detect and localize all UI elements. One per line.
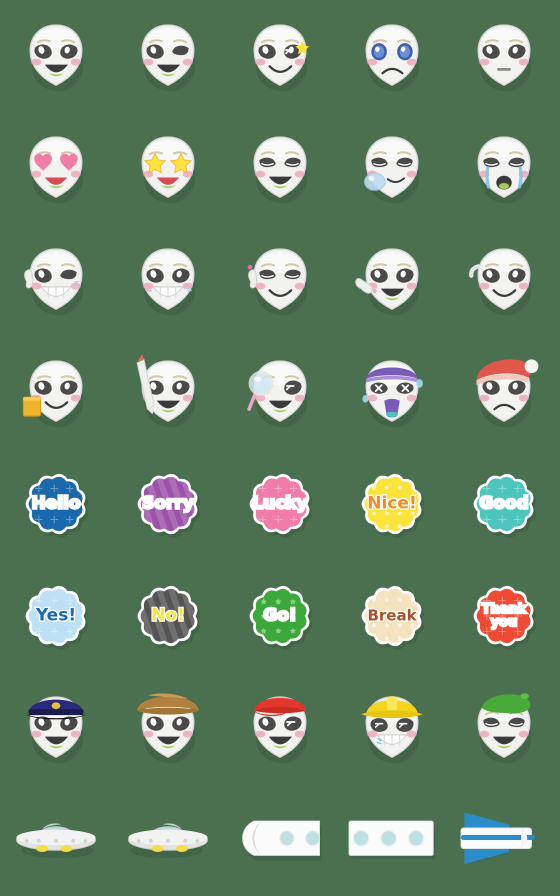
alien-writing-icon bbox=[125, 349, 211, 435]
emoji-cell-alien-grinning-wink[interactable] bbox=[112, 0, 224, 112]
emoji-cell-badge-nice[interactable]: Nice! bbox=[336, 448, 448, 560]
badge-yes-icon: Yes! bbox=[13, 573, 99, 659]
emoji-cell-badge-thank-you[interactable]: Thank you bbox=[448, 560, 560, 672]
emoji-cell-badge-go[interactable]: Go! bbox=[224, 560, 336, 672]
alien-santa-hat-frown-icon bbox=[461, 349, 547, 435]
alien-police-cap-icon bbox=[13, 685, 99, 771]
alien-smiling-icon bbox=[13, 13, 99, 99]
emoji-cell-badge-sorry[interactable]: Sorry bbox=[112, 448, 224, 560]
emoji-cell-rocket-body[interactable] bbox=[336, 784, 448, 896]
alien-green-beret-icon bbox=[461, 685, 547, 771]
emoji-cell-alien-wink-star[interactable] bbox=[224, 0, 336, 112]
badge-break-icon: Break bbox=[349, 573, 435, 659]
alien-heart-eyes-icon bbox=[13, 125, 99, 211]
alien-wink-star-icon bbox=[237, 13, 323, 99]
badge-nice-icon: Nice! bbox=[349, 461, 435, 547]
emoji-cell-alien-yellow-helmet[interactable] bbox=[336, 672, 448, 784]
badge-hello-icon: Hello bbox=[13, 461, 99, 547]
emoji-cell-alien-sleeping-bubble[interactable] bbox=[336, 112, 448, 224]
emoji-cell-rocket-nose[interactable] bbox=[224, 784, 336, 896]
alien-big-grin-teeth-icon bbox=[125, 237, 211, 323]
emoji-cell-alien-thinking[interactable] bbox=[448, 224, 560, 336]
badge-no-icon: No! bbox=[125, 573, 211, 659]
emoji-cell-alien-neutral[interactable] bbox=[448, 0, 560, 112]
emoji-cell-alien-magnifier[interactable] bbox=[224, 336, 336, 448]
alien-thinking-icon bbox=[461, 237, 547, 323]
emoji-cell-badge-good[interactable]: Good bbox=[448, 448, 560, 560]
emoji-grid: Hello Sorry Lucky Nice! Good Yes! No! Go! Break T… bbox=[0, 0, 560, 896]
emoji-cell-alien-santa-hat-frown[interactable] bbox=[448, 336, 560, 448]
alien-grinning-wink-icon bbox=[125, 13, 211, 99]
emoji-cell-badge-no[interactable]: No! bbox=[112, 560, 224, 672]
badge-thank-you-icon: Thank you bbox=[461, 573, 547, 659]
emoji-cell-alien-waving[interactable] bbox=[336, 224, 448, 336]
alien-neutral-icon bbox=[461, 13, 547, 99]
alien-crying-icon bbox=[461, 125, 547, 211]
emoji-cell-alien-shy-blush[interactable] bbox=[224, 224, 336, 336]
emoji-cell-badge-yes[interactable]: Yes! bbox=[0, 560, 112, 672]
emoji-cell-alien-police-cap[interactable] bbox=[0, 672, 112, 784]
rocket-tail-icon bbox=[460, 797, 547, 883]
alien-drinking-icon bbox=[13, 349, 99, 435]
emoji-cell-alien-sleepy-smile[interactable] bbox=[224, 112, 336, 224]
emoji-cell-alien-big-grin-teeth[interactable] bbox=[112, 224, 224, 336]
badge-sorry-icon: Sorry bbox=[125, 461, 211, 547]
rocket-nose-icon bbox=[237, 797, 323, 883]
alien-brown-cap-icon bbox=[125, 685, 211, 771]
emoji-cell-alien-thumbs-up-grin[interactable] bbox=[0, 224, 112, 336]
emoji-cell-alien-green-beret[interactable] bbox=[448, 672, 560, 784]
rocket-body-icon bbox=[348, 797, 435, 883]
emoji-cell-alien-writing[interactable] bbox=[112, 336, 224, 448]
emoji-cell-badge-break[interactable]: Break bbox=[336, 560, 448, 672]
emoji-cell-alien-drinking[interactable] bbox=[0, 336, 112, 448]
emoji-cell-alien-heart-eyes[interactable] bbox=[0, 112, 112, 224]
alien-sad-teary-icon bbox=[349, 13, 435, 99]
emoji-cell-badge-lucky[interactable]: Lucky bbox=[224, 448, 336, 560]
alien-shy-blush-icon bbox=[237, 237, 323, 323]
alien-yellow-helmet-icon bbox=[349, 685, 435, 771]
emoji-cell-alien-red-cap[interactable] bbox=[224, 672, 336, 784]
alien-waving-icon bbox=[349, 237, 435, 323]
badge-good-icon: Good bbox=[461, 461, 547, 547]
ufo-saucer-right-icon bbox=[125, 797, 211, 883]
alien-sleepy-smile-icon bbox=[237, 125, 323, 211]
alien-red-cap-icon bbox=[237, 685, 323, 771]
alien-magnifier-icon bbox=[237, 349, 323, 435]
emoji-cell-alien-dizzy-purple-hat[interactable] bbox=[336, 336, 448, 448]
emoji-cell-alien-brown-cap[interactable] bbox=[112, 672, 224, 784]
emoji-cell-alien-star-eyes[interactable] bbox=[112, 112, 224, 224]
emoji-cell-alien-sad-teary[interactable] bbox=[336, 0, 448, 112]
emoji-cell-alien-crying[interactable] bbox=[448, 112, 560, 224]
emoji-cell-ufo-saucer-right[interactable] bbox=[112, 784, 224, 896]
badge-go-icon: Go! bbox=[237, 573, 323, 659]
badge-lucky-icon: Lucky bbox=[237, 461, 323, 547]
emoji-cell-ufo-saucer-left[interactable] bbox=[0, 784, 112, 896]
emoji-cell-badge-hello[interactable]: Hello bbox=[0, 448, 112, 560]
emoji-cell-rocket-tail[interactable] bbox=[448, 784, 560, 896]
alien-star-eyes-icon bbox=[125, 125, 211, 211]
alien-thumbs-up-grin-icon bbox=[13, 237, 99, 323]
emoji-cell-alien-smiling[interactable] bbox=[0, 0, 112, 112]
alien-dizzy-purple-hat-icon bbox=[349, 349, 435, 435]
alien-sleeping-bubble-icon bbox=[349, 125, 435, 211]
ufo-saucer-left-icon bbox=[13, 797, 99, 883]
